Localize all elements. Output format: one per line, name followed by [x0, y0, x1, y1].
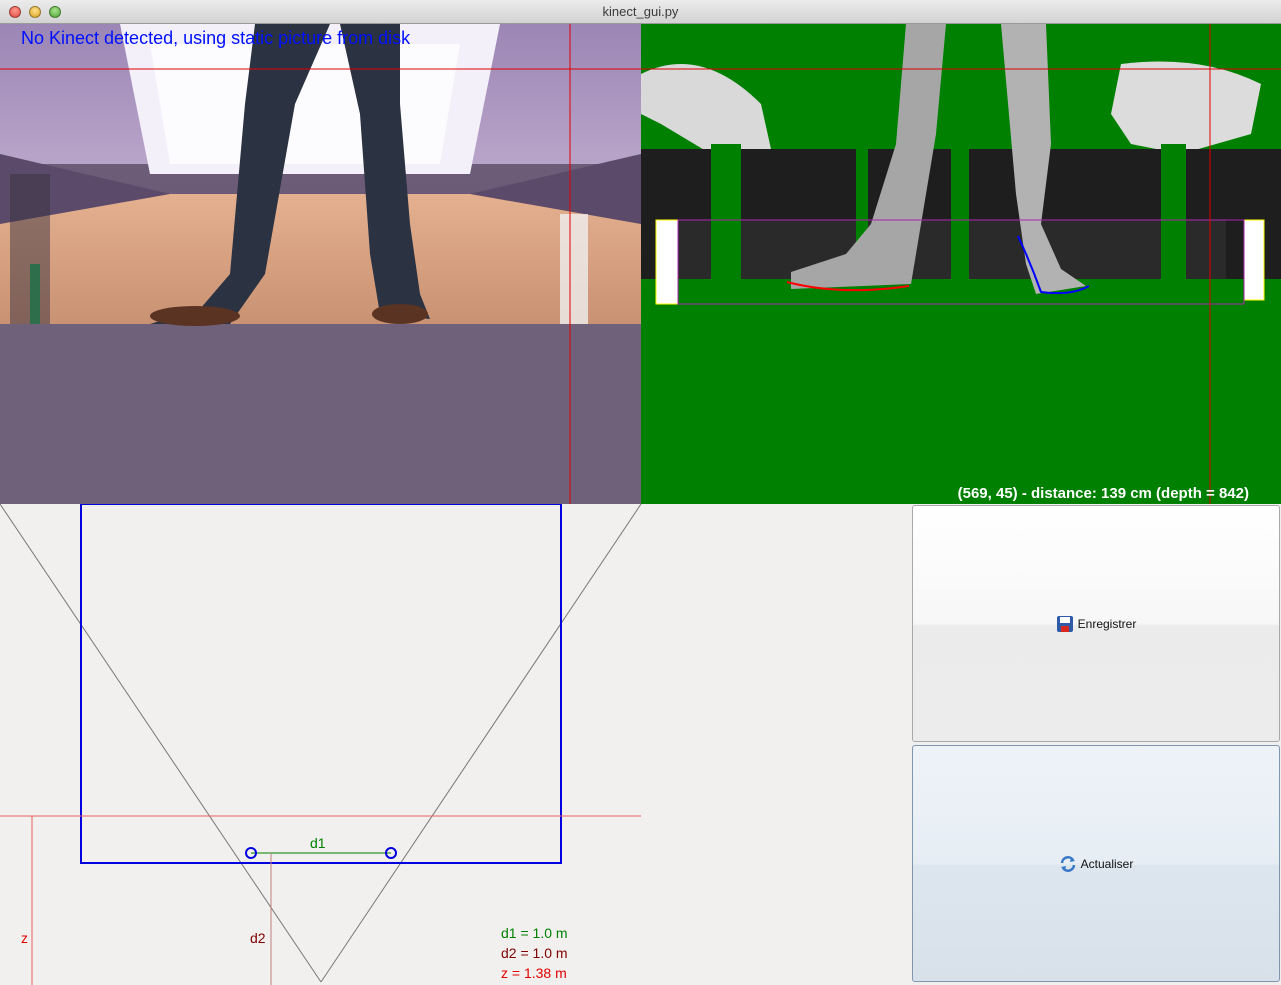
d2-legend: d2 = 1.0 m: [501, 945, 568, 961]
d2-label: d2: [250, 930, 266, 946]
window-title: kinect_gui.py: [602, 4, 679, 19]
save-button[interactable]: Enregistrer: [912, 505, 1280, 742]
rgb-camera-view[interactable]: No Kinect detected, using static picture…: [0, 24, 641, 504]
depth-readout: (569, 45) - distance: 139 cm (depth = 84…: [957, 485, 1249, 502]
refresh-icon: [1059, 855, 1077, 873]
refresh-button[interactable]: Actualiser: [912, 745, 1280, 982]
plan-view: d1 d2 z d1 = 1.0 m d2 = 1.0 m z = 1.38 m: [0, 504, 911, 985]
detection-zone-box: [80, 504, 562, 864]
z-legend: z = 1.38 m: [501, 965, 567, 981]
fov-right-line: [320, 504, 642, 983]
title-bar: kinect_gui.py: [0, 0, 1281, 24]
depth-view[interactable]: (569, 45) - distance: 139 cm (depth = 84…: [641, 24, 1281, 504]
refresh-button-label: Actualiser: [1080, 856, 1134, 871]
z-label: z: [21, 930, 28, 946]
depth-image: [641, 24, 1281, 504]
floppy-disk-icon: [1056, 615, 1074, 633]
kinect-status-message: No Kinect detected, using static picture…: [21, 28, 411, 48]
fov-left-line: [0, 504, 322, 983]
d1-legend: d1 = 1.0 m: [501, 925, 568, 941]
plan-diagram: [0, 504, 642, 985]
save-button-label: Enregistrer: [1077, 616, 1137, 631]
d1-label: d1: [310, 835, 326, 851]
rgb-camera-image: [0, 24, 641, 504]
